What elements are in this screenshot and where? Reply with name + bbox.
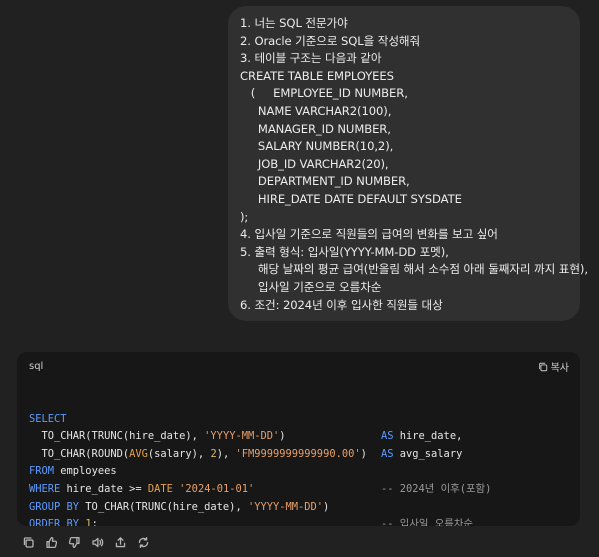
read-aloud-button[interactable] <box>86 534 109 551</box>
regenerate-button[interactable] <box>132 534 155 551</box>
thumbs-up-button[interactable] <box>40 534 63 551</box>
user-message-line: JOB_ID VARCHAR2(20), <box>240 156 389 171</box>
code-token: ), <box>216 447 236 460</box>
user-message-line: HIRE_DATE DATE DEFAULT SYSDATE <box>240 191 462 206</box>
user-message-line: 해당 날짜의 평균 급여(반올림 해서 소수점 아래 둘째자리 까지 표현), <box>240 262 588 277</box>
user-message-bubble: 1. 너는 SQL 전문가야 2. Oracle 기준으로 SQL을 작성해줘 3.… <box>228 6 588 321</box>
user-message-line: ( EMPLOYEE_ID NUMBER, <box>240 86 408 101</box>
code-token: GROUP BY <box>29 500 80 513</box>
user-message-text: 1. 너는 SQL 전문가야 2. Oracle 기준으로 SQL을 작성해줘 3.… <box>240 15 588 314</box>
code-token: TO_CHAR(ROUND( <box>29 447 130 460</box>
code-alias-or-comment: -- 2024년 이후(포함) <box>381 481 491 499</box>
copy-icon <box>23 537 34 548</box>
code-language-label: sql <box>29 361 44 372</box>
code-token: AVG <box>129 447 148 460</box>
code-statement: WHERE hire_date >= DATE '2024-01-01' <box>29 481 254 499</box>
code-line: SELECT <box>29 411 568 429</box>
code-alias-or-comment: AS avg_salary <box>381 446 462 464</box>
user-message-line: 4. 입사일 기준으로 직원들의 급여의 변화를 보고 싶어 <box>240 227 498 242</box>
code-line: FROM employees <box>29 463 568 481</box>
user-message-line: 3. 테이블 구조는 다음과 같아 <box>240 51 382 66</box>
code-token: AS <box>381 447 394 460</box>
code-token: SELECT <box>29 412 67 425</box>
user-message-line: 1. 너는 SQL 전문가야 <box>240 16 348 30</box>
share-icon <box>115 537 126 548</box>
code-line: WHERE hire_date >= DATE '2024-01-01' -- 2… <box>29 481 568 499</box>
code-token: ) <box>279 430 286 443</box>
copy-code-button[interactable]: 복사 <box>538 359 569 374</box>
message-actions <box>17 534 155 551</box>
user-message-line: NAME VARCHAR2(100), <box>240 103 392 118</box>
code-block-header: sql 복사 <box>17 352 580 380</box>
code-statement: ORDER BY 1; <box>29 516 98 526</box>
code-token: ORDER BY <box>29 518 80 526</box>
code-line: TO_CHAR(ROUND(AVG(salary), 2), 'FM999999… <box>29 446 568 464</box>
code-token: FROM <box>29 465 55 478</box>
user-message-line: ); <box>240 209 249 224</box>
copy-code-label: 복사 <box>550 363 569 374</box>
code-content: SELECT TO_CHAR(TRUNC(hire_date), 'YYYY-M… <box>29 393 568 526</box>
code-alias-or-comment: -- 입사일 오름차순 <box>381 516 473 526</box>
code-token: -- 2024년 이후(포함) <box>381 482 492 495</box>
thumbs-down-button[interactable] <box>63 534 86 551</box>
code-line: TO_CHAR(TRUNC(hire_date), 'YYYY-MM-DD') A… <box>29 428 568 446</box>
code-statement: FROM employees <box>29 463 117 481</box>
copy-message-button[interactable] <box>17 534 40 551</box>
code-statement: TO_CHAR(ROUND(AVG(salary), 2), 'FM999999… <box>29 446 367 464</box>
copy-icon <box>538 362 547 371</box>
code-line: ORDER BY 1; -- 입사일 오름차순 <box>29 516 568 526</box>
code-token: TO_CHAR(TRUNC(hire_date), <box>79 500 248 513</box>
code-token: -- 입사일 오름차순 <box>381 518 473 526</box>
code-token: WHERE <box>29 482 61 495</box>
user-message-line: DEPARTMENT_ID NUMBER, <box>240 174 410 189</box>
code-token: hire_date >= <box>60 482 148 495</box>
code-token: avg_salary <box>393 447 463 460</box>
code-token: 'YYYY-MM-DD' <box>204 430 280 443</box>
code-token: DATE <box>147 482 173 495</box>
speaker-icon <box>92 537 104 548</box>
thumbs-up-icon <box>46 536 58 549</box>
code-statement: SELECT <box>29 411 67 429</box>
code-statement: TO_CHAR(TRUNC(hire_date), 'YYYY-MM-DD') <box>29 428 286 446</box>
code-token: ) <box>323 500 330 513</box>
share-button[interactable] <box>109 534 132 551</box>
code-alias-or-comment: AS hire_date, <box>381 428 462 446</box>
code-line: GROUP BY TO_CHAR(TRUNC(hire_date), 'YYYY… <box>29 499 568 517</box>
user-message-line: CREATE TABLE EMPLOYEES <box>240 68 394 83</box>
code-token: ; <box>91 518 98 526</box>
code-token: AS <box>381 430 394 443</box>
user-message-line: MANAGER_ID NUMBER, <box>240 121 391 136</box>
thumbs-down-icon <box>68 536 80 549</box>
code-block: sql 복사 SELECT TO_CHAR(TRUNC(hire_date), … <box>17 352 580 526</box>
user-message-line: 입사일 기준으로 오름차순 <box>240 279 382 294</box>
user-message-line: 2. Oracle 기준으로 SQL을 작성해줘 <box>240 33 421 48</box>
refresh-icon <box>138 536 149 549</box>
user-message-line: 6. 조건: 2024년 이후 입사한 직원들 대상 <box>240 297 443 312</box>
code-token: employees <box>54 465 117 478</box>
code-token: '2024-01-01' <box>179 482 255 495</box>
user-message-line: 5. 출력 형식: 입사일(YYYY-MM-DD 포멧), <box>240 244 449 259</box>
code-token: 'FM9999999999990.00' <box>235 447 361 460</box>
code-token: TO_CHAR(TRUNC(hire_date), <box>29 430 205 443</box>
code-token: ) <box>360 447 367 460</box>
code-token: 'YYYY-MM-DD' <box>247 500 324 513</box>
user-message-line: SALARY NUMBER(10,2), <box>240 139 394 154</box>
code-token: hire_date, <box>393 430 463 443</box>
code-statement: GROUP BY TO_CHAR(TRUNC(hire_date), 'YYYY… <box>29 499 329 517</box>
code-token: (salary), <box>147 447 211 460</box>
